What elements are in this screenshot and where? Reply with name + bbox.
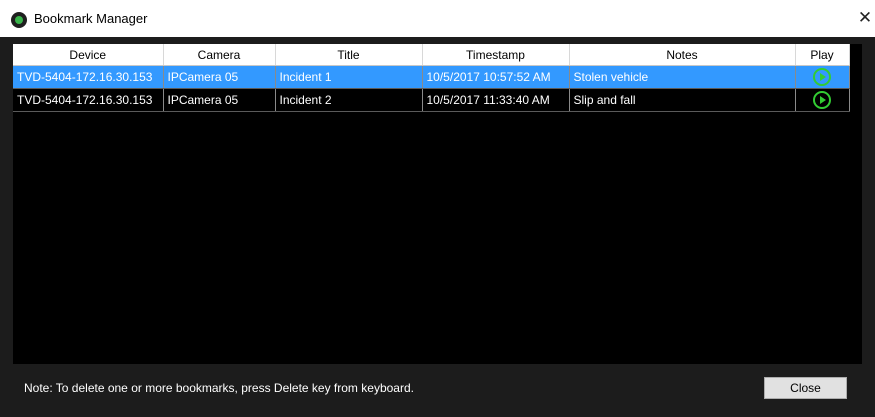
bookmark-grid[interactable]: Device Camera Title Timestamp Notes Play… (13, 44, 862, 364)
play-circle-icon[interactable] (813, 91, 831, 109)
column-header-timestamp[interactable]: Timestamp (422, 44, 570, 66)
table-row[interactable]: TVD-5404-172.16.30.153 IPCamera 05 Incid… (13, 65, 850, 89)
column-header-title[interactable]: Title (275, 44, 423, 66)
cell-timestamp: 10/5/2017 11:33:40 AM (422, 88, 570, 112)
play-circle-icon[interactable] (813, 68, 831, 86)
cell-device: TVD-5404-172.16.30.153 (13, 65, 164, 89)
column-header-device[interactable]: Device (13, 44, 164, 66)
window-title: Bookmark Manager (34, 11, 148, 26)
table-header-row: Device Camera Title Timestamp Notes Play (13, 44, 850, 66)
column-header-notes[interactable]: Notes (569, 44, 796, 66)
close-button[interactable]: Close (764, 377, 847, 399)
cell-title: Incident 2 (275, 88, 423, 112)
column-header-play[interactable]: Play (795, 44, 850, 66)
window-close-icon[interactable]: ✕ (857, 8, 873, 28)
bookmark-manager-window: Bookmark Manager ✕ Device Camera Title T… (0, 0, 875, 417)
cell-timestamp: 10/5/2017 10:57:52 AM (422, 65, 570, 89)
bookmark-table: Device Camera Title Timestamp Notes Play… (13, 44, 850, 112)
cell-camera: IPCamera 05 (163, 65, 276, 89)
footer-note: Note: To delete one or more bookmarks, p… (24, 381, 414, 395)
cell-notes: Slip and fall (569, 88, 796, 112)
table-row[interactable]: TVD-5404-172.16.30.153 IPCamera 05 Incid… (13, 88, 850, 112)
cell-play (795, 88, 850, 112)
cell-title: Incident 1 (275, 65, 423, 89)
cell-play (795, 65, 850, 89)
app-logo-icon (11, 12, 27, 28)
cell-notes: Stolen vehicle (569, 65, 796, 89)
title-bar: Bookmark Manager ✕ (0, 0, 875, 37)
cell-camera: IPCamera 05 (163, 88, 276, 112)
column-header-camera[interactable]: Camera (163, 44, 276, 66)
cell-device: TVD-5404-172.16.30.153 (13, 88, 164, 112)
